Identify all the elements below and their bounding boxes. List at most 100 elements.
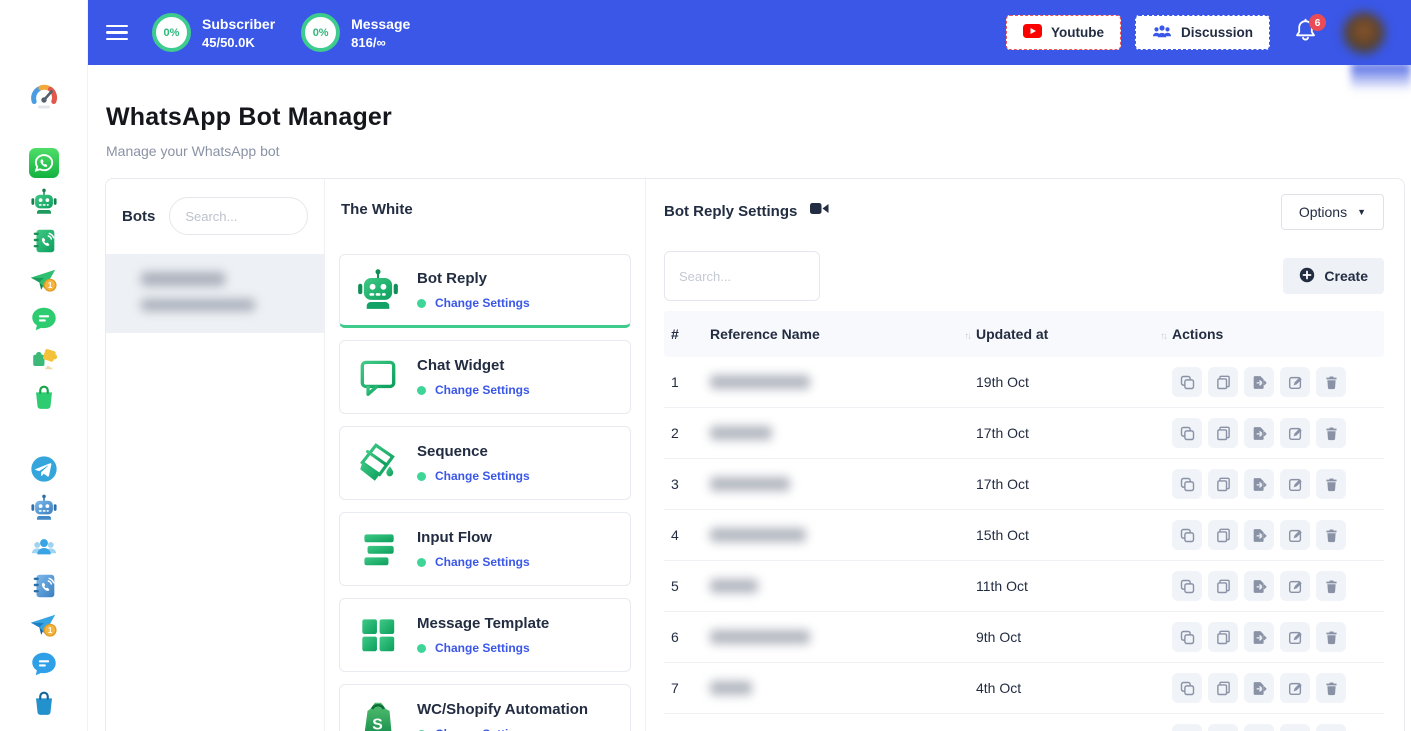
change-settings-link[interactable]: Change Settings <box>435 383 530 397</box>
edit-button[interactable] <box>1280 520 1310 550</box>
copy-button[interactable] <box>1208 520 1238 550</box>
bot-settings-panel: The White Bot Reply <box>325 179 646 731</box>
row-updated-at: 4th Oct <box>976 680 1172 696</box>
create-button[interactable]: Create <box>1283 258 1384 294</box>
row-actions <box>1172 724 1384 731</box>
subscriber-value: 45/50.0K <box>202 35 275 50</box>
export-button[interactable] <box>1244 418 1274 448</box>
bots-panel: Bots <box>106 179 325 731</box>
edit-button[interactable] <box>1280 724 1310 731</box>
export-button[interactable] <box>1244 520 1274 550</box>
export-button[interactable] <box>1244 673 1274 703</box>
row-updated-at: 19th Oct <box>976 374 1172 390</box>
delete-button[interactable] <box>1316 469 1346 499</box>
trash-icon <box>1324 375 1339 390</box>
telegram-shop-icon[interactable] <box>29 688 59 718</box>
whatsapp-shop-icon[interactable] <box>29 382 59 412</box>
row-number: 5 <box>664 578 710 594</box>
duplicate-button[interactable] <box>1172 724 1202 731</box>
bots-search-input[interactable] <box>169 197 308 235</box>
reference-name-redacted <box>710 477 790 491</box>
svg-text:S: S <box>372 716 382 731</box>
delete-button[interactable] <box>1316 367 1346 397</box>
whatsapp-broadcast-icon[interactable]: 1 <box>29 265 59 295</box>
whatsapp-icon[interactable] <box>29 148 59 178</box>
telegram-icon[interactable] <box>29 454 59 484</box>
duplicate-button[interactable] <box>1172 520 1202 550</box>
list-bars-icon <box>355 526 401 572</box>
copy-icon <box>1216 579 1231 594</box>
sort-icon[interactable]: ↑↓ <box>1161 331 1167 342</box>
copy-button[interactable] <box>1208 622 1238 652</box>
copy-button[interactable] <box>1208 367 1238 397</box>
card-sequence[interactable]: Sequence Change Settings <box>339 426 631 500</box>
delete-button[interactable] <box>1316 571 1346 601</box>
export-button[interactable] <box>1244 367 1274 397</box>
copy-button[interactable] <box>1208 571 1238 601</box>
duplicate-button[interactable] <box>1172 418 1202 448</box>
status-dot <box>417 386 426 395</box>
edit-button[interactable] <box>1280 367 1310 397</box>
row-actions <box>1172 469 1384 499</box>
edit-button[interactable] <box>1280 418 1310 448</box>
card-input-flow[interactable]: Input Flow Change Settings <box>339 512 631 586</box>
paint-bucket-icon <box>355 440 401 486</box>
export-button[interactable] <box>1244 622 1274 652</box>
change-settings-link[interactable]: Change Settings <box>435 641 530 655</box>
edit-button[interactable] <box>1280 469 1310 499</box>
reply-search-input[interactable] <box>664 251 820 301</box>
delete-button[interactable] <box>1316 418 1346 448</box>
copy-button[interactable] <box>1208 469 1238 499</box>
row-reference-name <box>710 477 976 491</box>
telegram-contacts-icon[interactable] <box>29 571 59 601</box>
delete-button[interactable] <box>1316 673 1346 703</box>
bot-list-item-selected[interactable] <box>106 254 324 333</box>
duplicate-button[interactable] <box>1172 673 1202 703</box>
edit-button[interactable] <box>1280 622 1310 652</box>
card-message-template[interactable]: Message Template Change Settings <box>339 598 631 672</box>
edit-button[interactable] <box>1280 673 1310 703</box>
edit-icon <box>1288 426 1303 441</box>
copy-button[interactable] <box>1208 673 1238 703</box>
options-button[interactable]: Options ▼ <box>1281 194 1384 230</box>
youtube-button[interactable]: Youtube <box>1006 15 1121 50</box>
export-button[interactable] <box>1244 724 1274 731</box>
card-chat-widget[interactable]: Chat Widget Change Settings <box>339 340 631 414</box>
menu-toggle-icon[interactable] <box>106 25 128 41</box>
duplicate-button[interactable] <box>1172 571 1202 601</box>
delete-button[interactable] <box>1316 622 1346 652</box>
delete-button[interactable] <box>1316 520 1346 550</box>
export-button[interactable] <box>1244 571 1274 601</box>
export-button[interactable] <box>1244 469 1274 499</box>
card-wc-shopify-automation[interactable]: S WC/Shopify Automation Change Settings <box>339 684 631 731</box>
card-bot-reply[interactable]: Bot Reply Change Settings <box>339 254 631 328</box>
reference-name-redacted <box>710 375 810 389</box>
sort-icon[interactable]: ↑↓ <box>965 331 971 342</box>
telegram-chat-icon[interactable] <box>29 649 59 679</box>
duplicate-button[interactable] <box>1172 367 1202 397</box>
change-settings-link[interactable]: Change Settings <box>435 555 530 569</box>
change-settings-link[interactable]: Change Settings <box>435 469 530 483</box>
copy-button[interactable] <box>1208 724 1238 731</box>
video-camera-icon[interactable] <box>810 202 829 220</box>
reference-name-redacted <box>710 579 758 593</box>
user-avatar[interactable] <box>1343 12 1385 54</box>
discussion-button[interactable]: Discussion <box>1135 15 1270 50</box>
edit-button[interactable] <box>1280 571 1310 601</box>
telegram-bot-icon[interactable] <box>29 493 59 523</box>
integrations-puzzle-icon[interactable] <box>29 343 59 373</box>
duplicate-button[interactable] <box>1172 469 1202 499</box>
notifications-button[interactable]: 6 <box>1294 18 1317 47</box>
whatsapp-bot-icon[interactable] <box>29 187 59 217</box>
change-settings-link[interactable]: Change Settings <box>435 727 530 731</box>
trash-icon <box>1324 579 1339 594</box>
whatsapp-contacts-icon[interactable] <box>29 226 59 256</box>
dashboard-gauge-icon[interactable] <box>28 80 60 112</box>
telegram-community-icon[interactable] <box>29 532 59 562</box>
duplicate-button[interactable] <box>1172 622 1202 652</box>
change-settings-link[interactable]: Change Settings <box>435 296 530 310</box>
whatsapp-chat-icon[interactable] <box>29 304 59 334</box>
telegram-broadcast-icon[interactable]: 1 <box>29 610 59 640</box>
copy-button[interactable] <box>1208 418 1238 448</box>
delete-button[interactable] <box>1316 724 1346 731</box>
